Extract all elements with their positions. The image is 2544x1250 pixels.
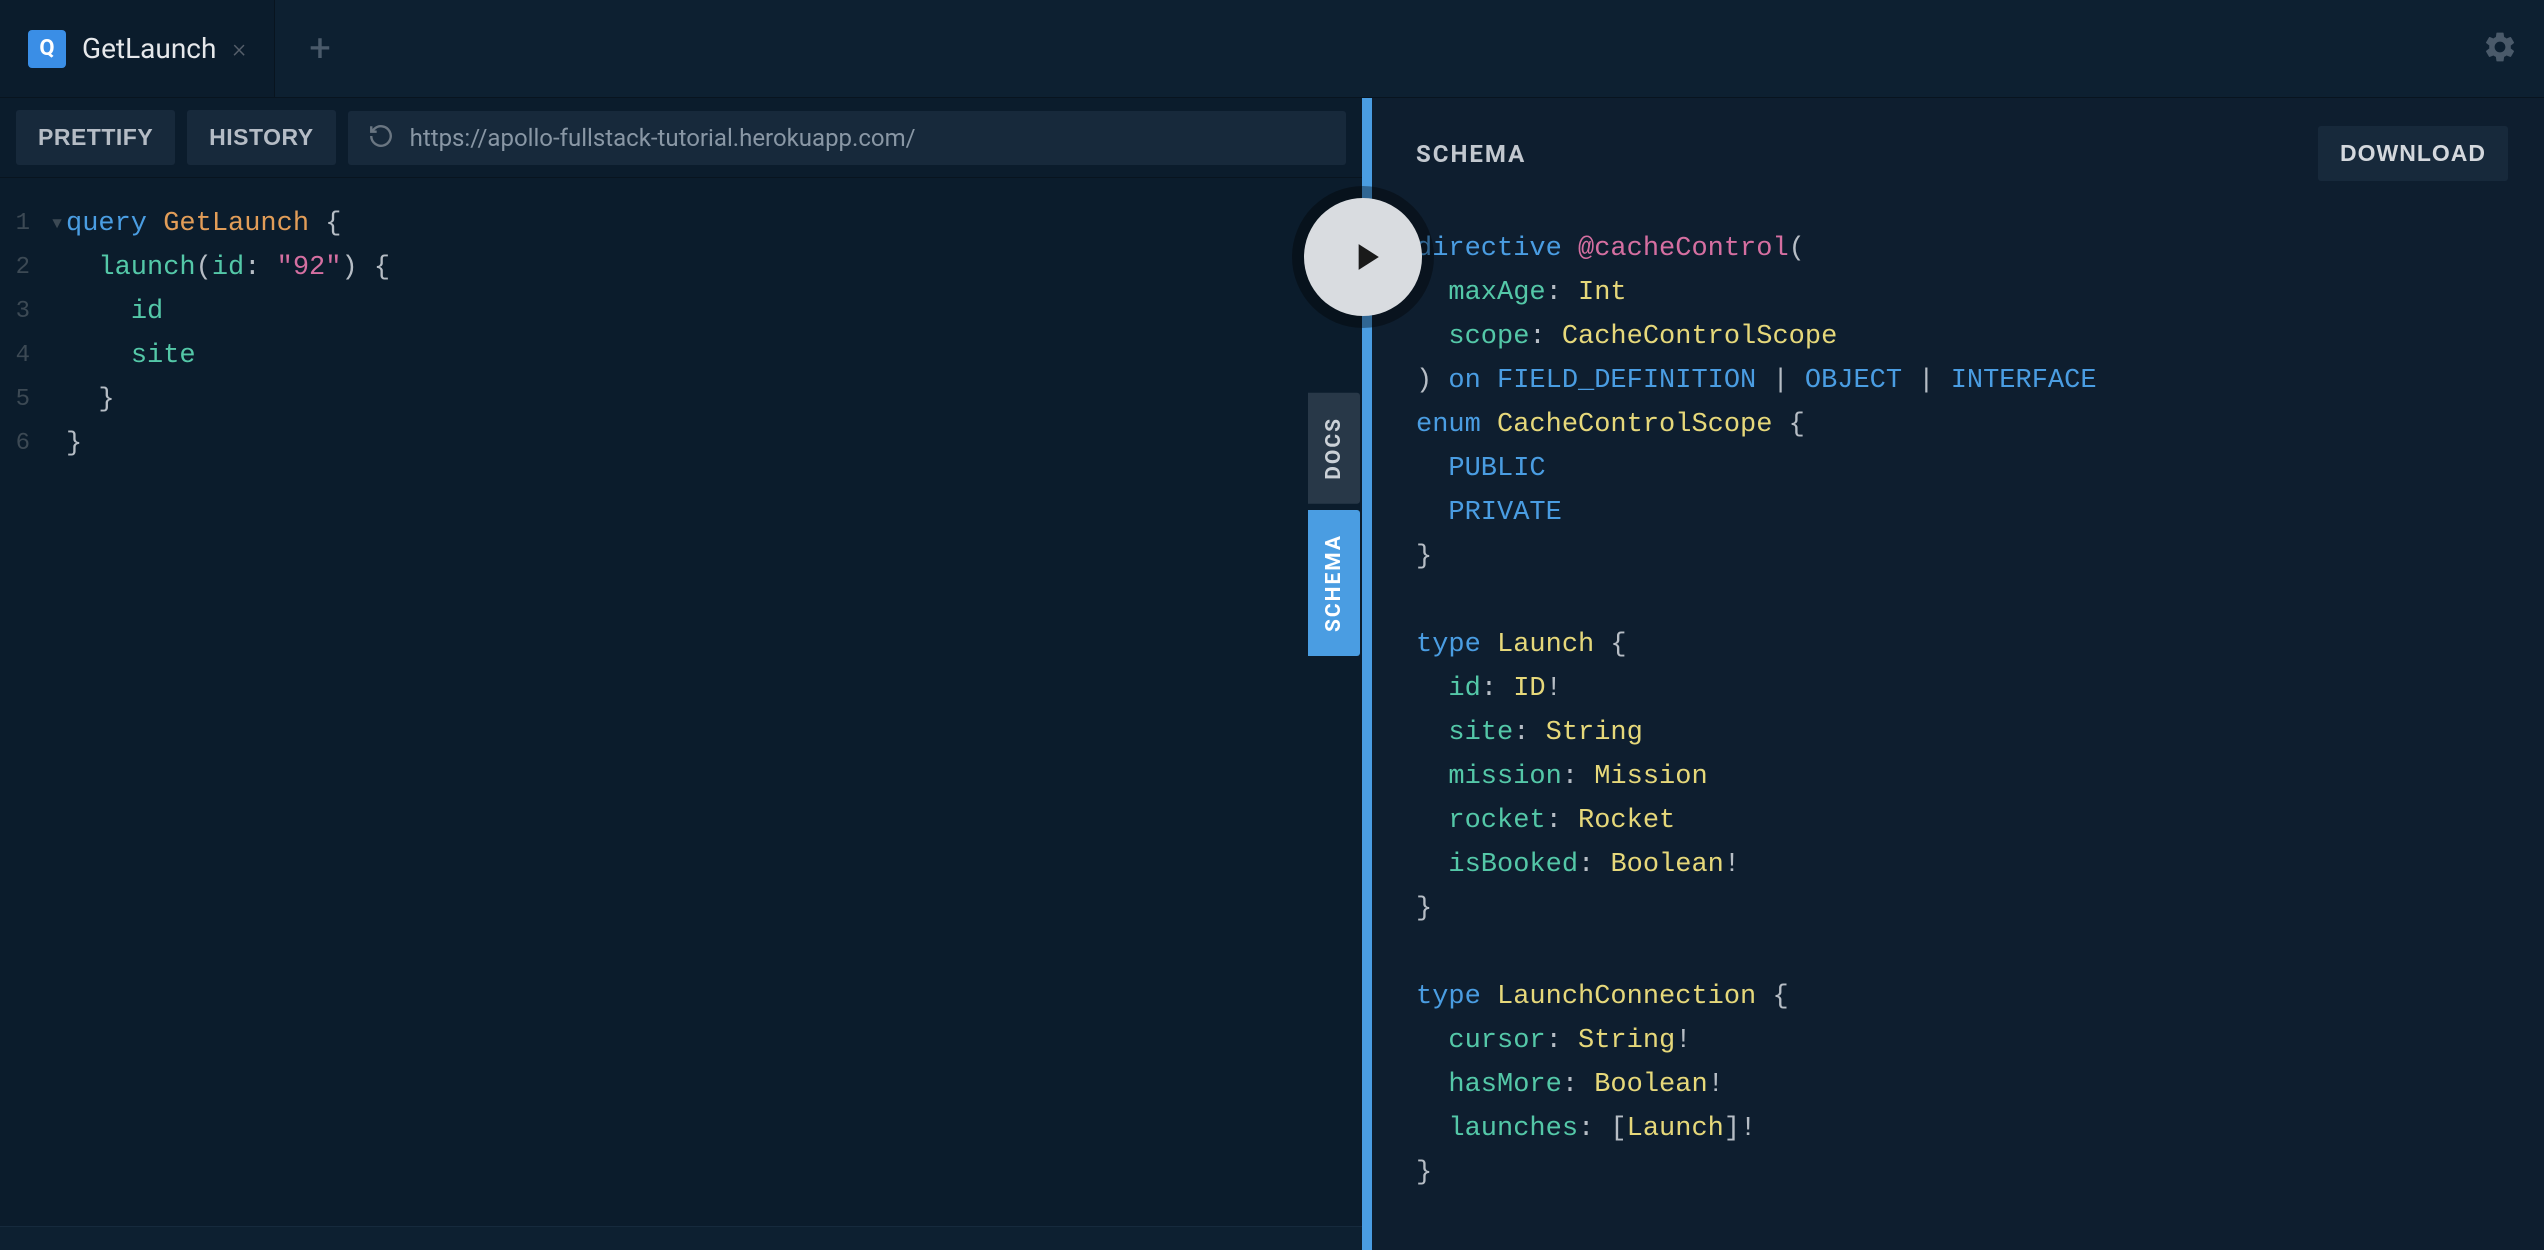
schema-line: enum CacheControlScope { [1416,403,2500,447]
schema-line: directive @cacheControl( [1416,227,2500,271]
schema-body[interactable]: directive @cacheControl( maxAge: Int sco… [1372,199,2544,1223]
schema-line: type Launch { [1416,623,2500,667]
line-number: 5 [12,378,48,422]
editor-line[interactable]: 3 id [0,290,1362,334]
editor-line[interactable]: 6} [0,422,1362,466]
query-editor[interactable]: 1▼query GetLaunch {2 launch(id: "92") {3… [0,178,1362,1250]
url-text: https://apollo-fullstack-tutorial.heroku… [410,124,1326,152]
schema-line: isBooked: Boolean! [1416,843,2500,887]
fold-icon [48,422,66,466]
schema-line: type LaunchConnection { [1416,975,2500,1019]
url-bar[interactable]: https://apollo-fullstack-tutorial.heroku… [348,111,1346,165]
gear-icon[interactable] [2482,29,2518,69]
bottom-bar [0,1226,1362,1250]
schema-line: } [1416,887,2500,931]
run-button[interactable] [1304,198,1422,316]
query-icon: Q [28,30,66,68]
schema-line [1416,931,2500,975]
schema-panel: DOCS SCHEMA SCHEMA DOWNLOAD directive @c… [1362,98,2544,1250]
tab-bar: Q GetLaunch × + [0,0,2544,98]
editor-line[interactable]: 2 launch(id: "92") { [0,246,1362,290]
download-button[interactable]: DOWNLOAD [2318,126,2508,181]
code: launch(id: "92") { [66,246,390,290]
new-tab-button[interactable]: + [275,0,365,97]
editor-line[interactable]: 1▼query GetLaunch { [0,202,1362,246]
schema-line: maxAge: Int [1416,271,2500,315]
schema-title: SCHEMA [1416,140,1526,168]
schema-line: scope: CacheControlScope [1416,315,2500,359]
schema-line: launches: [Launch]! [1416,1107,2500,1151]
schema-line: id: ID! [1416,667,2500,711]
reload-icon[interactable] [368,123,394,153]
line-number: 4 [12,334,48,378]
schema-line: PUBLIC [1416,447,2500,491]
code: id [66,290,163,334]
side-tabs: DOCS SCHEMA [1308,393,1360,656]
schema-line: site: String [1416,711,2500,755]
schema-line [1416,579,2500,623]
close-tab-icon[interactable]: × [232,34,246,64]
toolbar: PRETTIFY HISTORY https://apollo-fullstac… [0,98,1362,178]
code: site [66,334,196,378]
fold-icon[interactable]: ▼ [48,202,66,246]
code: } [66,378,115,422]
main: PRETTIFY HISTORY https://apollo-fullstac… [0,98,2544,1250]
line-number: 1 [12,202,48,246]
history-button[interactable]: HISTORY [187,110,335,165]
prettify-button[interactable]: PRETTIFY [16,110,175,165]
schema-line: PRIVATE [1416,491,2500,535]
editor-line[interactable]: 5 } [0,378,1362,422]
editor-column: PRETTIFY HISTORY https://apollo-fullstac… [0,98,1362,1250]
editor-line[interactable]: 4 site [0,334,1362,378]
fold-icon [48,290,66,334]
code: } [66,422,82,466]
code: query GetLaunch { [66,202,341,246]
line-number: 6 [12,422,48,466]
fold-icon [48,246,66,290]
fold-icon [48,334,66,378]
docs-tab[interactable]: DOCS [1308,393,1360,504]
schema-line: mission: Mission [1416,755,2500,799]
schema-header: SCHEMA DOWNLOAD [1372,98,2544,199]
line-number: 3 [12,290,48,334]
schema-line: rocket: Rocket [1416,799,2500,843]
schema-line: } [1416,535,2500,579]
schema-line: hasMore: Boolean! [1416,1063,2500,1107]
schema-line: } [1416,1151,2500,1195]
schema-line: ) on FIELD_DEFINITION | OBJECT | INTERFA… [1416,359,2500,403]
line-number: 2 [12,246,48,290]
tab-title: GetLaunch [82,32,216,65]
schema-tab[interactable]: SCHEMA [1308,510,1360,656]
fold-icon [48,378,66,422]
schema-line: cursor: String! [1416,1019,2500,1063]
tab-getlaunch[interactable]: Q GetLaunch × [0,0,275,97]
